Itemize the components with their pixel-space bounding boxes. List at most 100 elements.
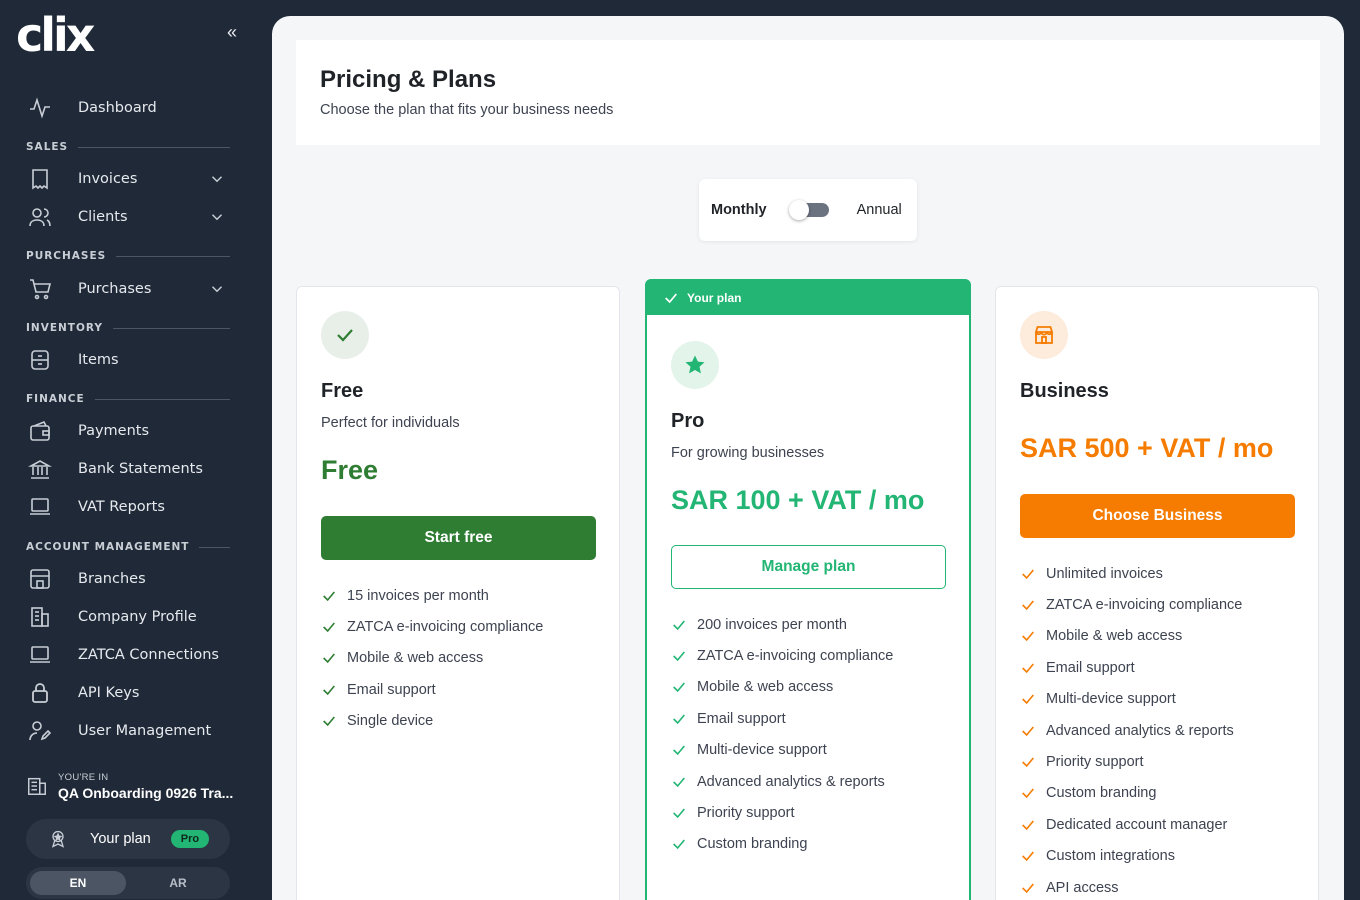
check-icon bbox=[1022, 600, 1034, 611]
language-toggle[interactable]: EN AR bbox=[26, 867, 230, 899]
sidebar-item-vat-reports[interactable]: VAT Reports bbox=[26, 490, 232, 524]
feature-item: Custom integrations bbox=[1020, 841, 1242, 872]
sidebar-item-label: Branches bbox=[78, 571, 146, 587]
sidebar-item-label: Items bbox=[78, 352, 119, 368]
sidebar-item-label: API Keys bbox=[78, 685, 140, 701]
lock-icon bbox=[26, 679, 54, 707]
check-icon bbox=[1022, 788, 1034, 799]
check-icon bbox=[673, 839, 685, 850]
sidebar-item-label: VAT Reports bbox=[78, 499, 165, 515]
workspace-info[interactable]: YOU'RE IN QA Onboarding 0926 Tra... bbox=[26, 766, 236, 806]
check-icon bbox=[673, 808, 685, 819]
feature-item: Priority support bbox=[1020, 746, 1242, 777]
plan-name: Free bbox=[321, 380, 364, 402]
feature-item: ZATCA e-invoicing compliance bbox=[1020, 589, 1242, 620]
plan-price: Free bbox=[321, 455, 379, 485]
section-sales-label: SALES bbox=[26, 141, 69, 153]
feature-item: Unlimited invoices bbox=[1020, 558, 1242, 589]
star-icon bbox=[671, 341, 719, 389]
sidebar-item-api-keys[interactable]: API Keys bbox=[26, 676, 232, 710]
check-icon bbox=[1022, 883, 1034, 893]
banner-label: Your plan bbox=[687, 291, 742, 305]
lang-en-option[interactable]: EN bbox=[30, 871, 126, 895]
check-icon bbox=[673, 651, 685, 662]
clix-logo[interactable]: clix bbox=[16, 10, 96, 60]
lang-ar-option[interactable]: AR bbox=[130, 871, 226, 895]
sidebar-item-branches[interactable]: Branches bbox=[26, 562, 232, 596]
feature-item: API access bbox=[1020, 872, 1242, 900]
laptop-icon bbox=[26, 493, 54, 521]
chevron-down-icon[interactable] bbox=[208, 280, 226, 298]
feature-item: Mobile & web access bbox=[671, 672, 893, 703]
feature-item: Advanced analytics & reports bbox=[1020, 715, 1242, 746]
check-icon bbox=[665, 293, 677, 304]
section-account-label: ACCOUNT MANAGEMENT bbox=[26, 541, 190, 553]
switch-knob bbox=[788, 200, 809, 220]
chevron-down-icon[interactable] bbox=[208, 208, 226, 226]
feature-text: Custom integrations bbox=[1046, 848, 1175, 865]
user-edit-icon bbox=[26, 717, 54, 745]
plan-price: SAR 500 + VAT / mo bbox=[1020, 433, 1274, 463]
check-icon bbox=[1022, 569, 1034, 579]
feature-item: Email support bbox=[671, 703, 893, 734]
feature-list: Unlimited invoices ZATCA e-invoicing com… bbox=[1020, 558, 1242, 900]
feature-text: Dedicated account manager bbox=[1046, 816, 1228, 833]
sidebar-item-purchases[interactable]: Purchases bbox=[26, 272, 232, 306]
feature-item: Multi-device support bbox=[1020, 684, 1242, 715]
monthly-option[interactable]: Monthly bbox=[711, 202, 767, 218]
award-icon bbox=[51, 830, 65, 848]
sidebar-item-invoices[interactable]: Invoices bbox=[26, 162, 232, 196]
sidebar-item-company-profile[interactable]: Company Profile bbox=[26, 600, 232, 634]
sidebar-item-items[interactable]: Items bbox=[26, 343, 232, 377]
start-free-button[interactable]: Start free bbox=[321, 516, 596, 560]
workspace-name: QA Onboarding 0926 Tra... bbox=[58, 784, 234, 801]
sidebar-item-clients[interactable]: Clients bbox=[26, 200, 232, 234]
your-plan-button[interactable]: Your plan Pro bbox=[26, 819, 230, 859]
sidebar-item-label: Purchases bbox=[78, 281, 152, 297]
sidebar-item-bank-statements[interactable]: Bank Statements bbox=[26, 452, 232, 486]
manage-plan-button[interactable]: Manage plan bbox=[671, 545, 946, 589]
sidebar-item-user-management[interactable]: User Management bbox=[26, 714, 232, 748]
feature-text: Email support bbox=[1046, 659, 1135, 676]
sidebar: clix « Dashboard SALES Invoices Clients … bbox=[0, 0, 256, 900]
feature-text: 200 invoices per month bbox=[697, 616, 847, 633]
collapse-sidebar-button[interactable]: « bbox=[222, 20, 242, 44]
bank-icon bbox=[26, 455, 54, 483]
feature-list: 200 invoices per month ZATCA e-invoicing… bbox=[671, 609, 893, 860]
choose-business-button[interactable]: Choose Business bbox=[1020, 494, 1295, 538]
feature-item: Single device bbox=[321, 706, 543, 737]
feature-text: Priority support bbox=[1046, 754, 1144, 771]
feature-text: Custom branding bbox=[1046, 785, 1157, 802]
billing-switch[interactable] bbox=[788, 200, 829, 220]
feature-text: Mobile & web access bbox=[347, 650, 484, 667]
feature-item: Custom branding bbox=[671, 829, 893, 860]
feature-text: Priority support bbox=[697, 805, 795, 822]
sidebar-item-label: Invoices bbox=[78, 171, 138, 187]
check-icon bbox=[673, 777, 685, 787]
sidebar-item-label: Payments bbox=[78, 423, 150, 439]
section-inventory-label: INVENTORY bbox=[26, 322, 103, 334]
feature-text: Multi-device support bbox=[1046, 691, 1176, 708]
page-subtitle: Choose the plan that fits your business … bbox=[320, 102, 614, 118]
feature-item: Email support bbox=[1020, 652, 1242, 683]
feature-text: API access bbox=[1046, 879, 1119, 896]
sidebar-item-dashboard[interactable]: Dashboard bbox=[26, 91, 232, 125]
billing-period-toggle: Monthly Annual bbox=[699, 179, 917, 241]
check-icon bbox=[323, 716, 335, 727]
plan-subtitle: Perfect for individuals bbox=[321, 415, 460, 431]
feature-text: Single device bbox=[347, 713, 434, 730]
chevron-down-icon[interactable] bbox=[208, 170, 226, 188]
check-icon bbox=[323, 653, 335, 664]
plan-name: Pro bbox=[671, 410, 705, 432]
sidebar-item-label: Company Profile bbox=[78, 609, 197, 625]
cart-icon bbox=[26, 275, 54, 303]
check-icon bbox=[673, 745, 685, 756]
section-account-management: ACCOUNT MANAGEMENT bbox=[26, 540, 230, 554]
feature-item: Email support bbox=[321, 674, 543, 705]
feature-text: ZATCA e-invoicing compliance bbox=[347, 619, 544, 636]
sidebar-item-payments[interactable]: Payments bbox=[26, 414, 232, 448]
feature-item: Multi-device support bbox=[671, 735, 893, 766]
annual-option[interactable]: Annual bbox=[857, 202, 902, 218]
feature-item: Priority support bbox=[671, 797, 893, 828]
sidebar-item-zatca-connections[interactable]: ZATCA Connections bbox=[26, 638, 232, 672]
